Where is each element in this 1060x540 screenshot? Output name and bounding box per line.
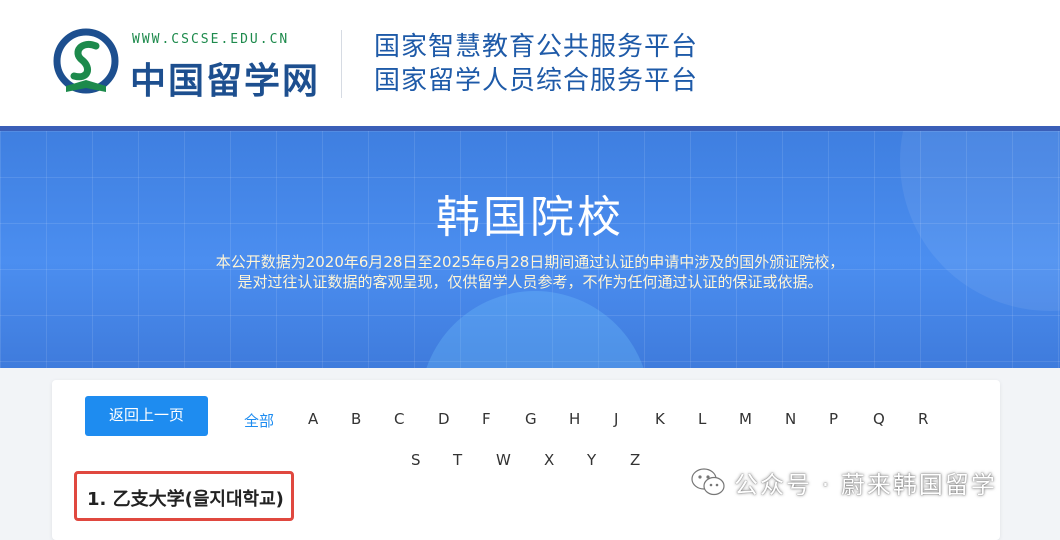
filter-letter-w[interactable]: W [496, 451, 511, 469]
filter-letter-c[interactable]: C [394, 410, 404, 428]
page-banner: 韩国院校 本公开数据为2020年6月28日至2025年6月28日期间通过认证的申… [0, 131, 1060, 368]
filter-letter-b[interactable]: B [351, 410, 361, 428]
platform-title-1: 国家智慧教育公共服务平台 [374, 32, 699, 62]
site-logo[interactable]: WWW.CSCSE.EDU.CN 中国留学网 [52, 26, 318, 102]
logo-name: 中国留学网 [130, 60, 321, 102]
platform-title-2: 国家留学人员综合服务平台 [374, 66, 699, 96]
filter-letter-f[interactable]: F [482, 410, 491, 428]
filter-all[interactable]: 全部 [244, 410, 274, 431]
header-divider [341, 30, 342, 98]
filter-letter-k[interactable]: K [655, 410, 665, 428]
filter-letter-r[interactable]: R [918, 410, 928, 428]
highlight-box: 1. 乙支大学(을지대학교) [74, 471, 294, 521]
site-header: WWW.CSCSE.EDU.CN 中国留学网 国家智慧教育公共服务平台 国家留学… [0, 0, 1060, 126]
banner-description: 本公开数据为2020年6月28日至2025年6月28日期间通过认证的申请中涉及的… [0, 252, 1060, 292]
filter-letter-x[interactable]: X [544, 451, 554, 469]
filter-letter-t[interactable]: T [453, 451, 462, 469]
banner-desc-line: 是对过往认证数据的客观呈现，仅供留学人员参考，不作为任何通过认证的保证或依据。 [237, 273, 823, 291]
filter-letter-s[interactable]: S [411, 451, 421, 469]
back-button[interactable]: 返回上一页 [85, 396, 208, 436]
header-titles: 国家智慧教育公共服务平台 国家留学人员综合服务平台 [374, 30, 698, 98]
filter-letter-g[interactable]: G [525, 410, 537, 428]
logo-url-text: WWW.CSCSE.EDU.CN [132, 32, 290, 47]
filter-letter-a[interactable]: A [308, 410, 318, 428]
filter-letter-z[interactable]: Z [630, 451, 640, 469]
school-list-panel: 返回上一页 全部 A B C D F G H J K L M N P Q R S… [52, 380, 1000, 540]
banner-desc-line: 本公开数据为2020年6月28日至2025年6月28日期间通过认证的申请中涉及的… [215, 253, 845, 271]
filter-letter-d[interactable]: D [438, 410, 450, 428]
filter-letter-j[interactable]: J [614, 410, 618, 428]
school-list-item[interactable]: 1. 乙支大学(을지대학교) [87, 485, 284, 511]
wechat-icon [691, 468, 725, 496]
wechat-watermark: 公众号 · 蔚来韩国留学 [690, 462, 997, 502]
filter-letter-y[interactable]: Y [587, 451, 596, 469]
filter-letter-m[interactable]: M [739, 410, 752, 428]
page-title: 韩国院校 [436, 192, 624, 243]
filter-letter-h[interactable]: H [569, 410, 580, 428]
watermark-text: 公众号 · 蔚来韩国留学 [734, 470, 997, 499]
filter-letter-p[interactable]: P [829, 410, 838, 428]
filter-letter-q[interactable]: Q [873, 410, 885, 428]
filter-letter-l[interactable]: L [698, 410, 706, 428]
cscse-emblem-icon [53, 28, 119, 94]
filter-letter-n[interactable]: N [785, 410, 796, 428]
